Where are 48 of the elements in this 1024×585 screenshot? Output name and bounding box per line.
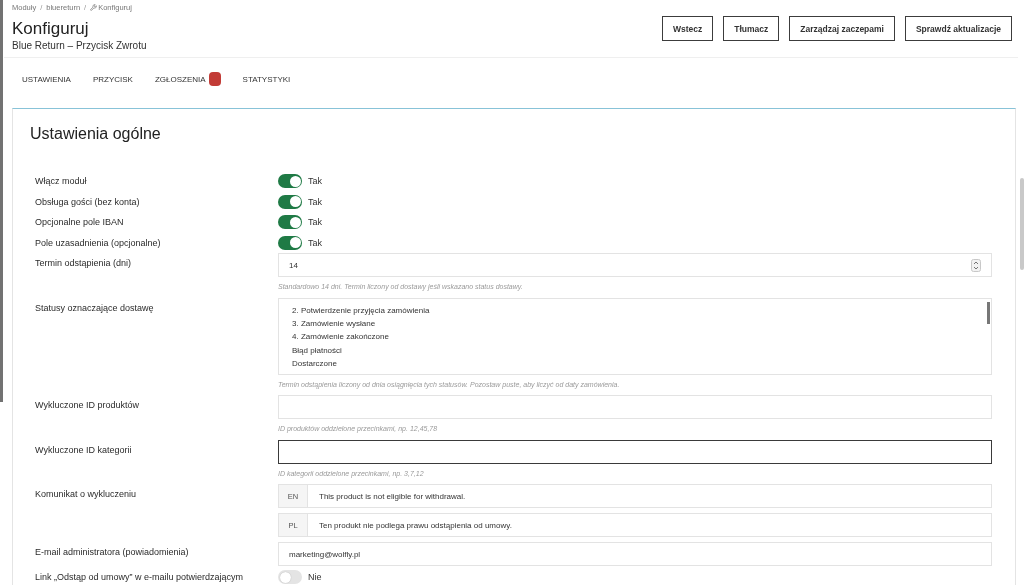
section-title: Ustawienia ogólne [30,125,162,143]
text-input[interactable]: This product is not eligible for withdrawal. [308,484,992,508]
page-title: Konfiguruj [12,18,90,40]
field-label: Statusy oznaczające dostawę [35,301,155,315]
page-subtitle: Blue Return – Przycisk Zwrotu [12,40,147,52]
header-button[interactable]: Wstecz [662,16,714,41]
list-option[interactable]: Dostarczone [292,357,977,371]
field-label: Wykluczone ID kategorii [35,443,133,457]
scrollbar-thumb[interactable] [987,301,990,324]
tab[interactable]: STATYSTYKI [231,73,302,87]
toggle-state-label: Nie [308,571,322,585]
text-input[interactable]: Ten produkt nie podlega prawu odstąpienia od umowy. [308,513,992,537]
number-input[interactable]: 14 [278,253,992,277]
toggle-switch[interactable] [278,174,302,189]
status-list[interactable]: 2. Potwierdzenie przyjęcia zamówienia 3. Zamówienie wysłane 4. Zamówienie zakończone Błąd płatności Dostarczone [278,297,992,375]
field-label: Włącz moduł [35,175,88,189]
text-input[interactable] [278,439,992,464]
header-button[interactable]: Zarządzaj zaczepami [789,16,895,41]
text-input[interactable]: marketing@wolfly.pl [278,542,992,566]
toggle-switch[interactable] [278,235,302,250]
field-label: Termin odstąpienia (dni) [35,257,133,270]
tab[interactable]: ZGŁOSZENIA [143,73,232,87]
toggle-state-label: Tak [308,175,322,189]
tab[interactable]: PRZYCISK [81,73,144,87]
toggle-switch[interactable] [278,570,302,585]
scrollbar-thumb[interactable] [0,0,3,402]
tab[interactable]: USTAWIENIA [11,73,82,87]
toggle-switch[interactable] [278,215,302,230]
field-label: Obsługa gości (bez konta) [35,195,141,209]
field-label: E-mail administratora (powiadomienia) [35,546,190,559]
field-label: Link „Odstąp od umowy” w e-mailu potwierdzającym [35,571,245,585]
spinner-icon[interactable] [971,258,981,272]
scrollbar-thumb[interactable] [1020,178,1024,270]
toggle-state-label: Tak [308,236,322,250]
toggle-switch[interactable] [278,194,302,209]
field-label: Pole uzasadnienia (opcjonalne) [35,236,162,250]
field-label: Komunikat o wykluczeniu [35,488,138,501]
toggle-state-label: Tak [308,195,322,209]
list-option[interactable]: 4. Zamówienie zakończone [292,330,977,344]
field-label: Wykluczone ID produktów [35,399,140,412]
list-option[interactable]: Błąd płatności [292,343,977,358]
toggle-state-label: Tak [308,216,322,230]
header-button[interactable]: Tłumacz [723,16,780,41]
list-option[interactable]: 2. Potwierdzenie przyjęcia zamówienia [292,303,977,317]
list-option[interactable]: 3. Zamówienie wysłane [292,316,977,331]
wrench-icon [90,3,98,11]
header-button[interactable]: Sprawdź aktualizacje [904,16,1012,41]
field-label: Opcjonalne pole IBAN [35,216,125,230]
